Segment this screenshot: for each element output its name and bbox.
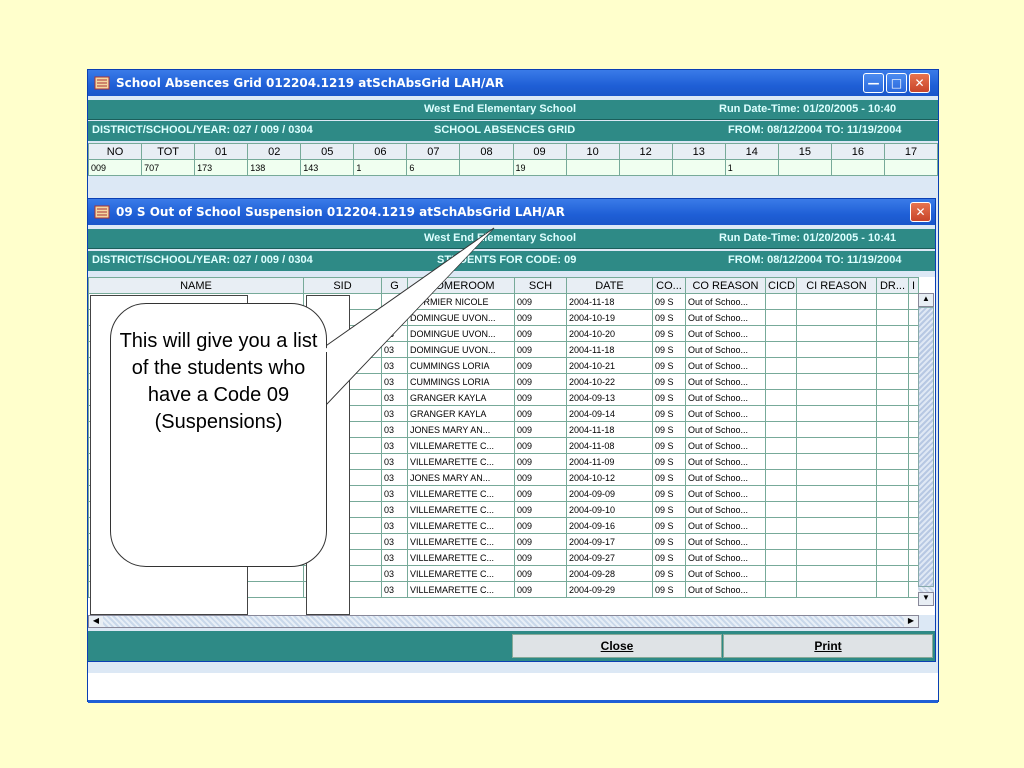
callout-pointer-cover <box>321 230 492 403</box>
